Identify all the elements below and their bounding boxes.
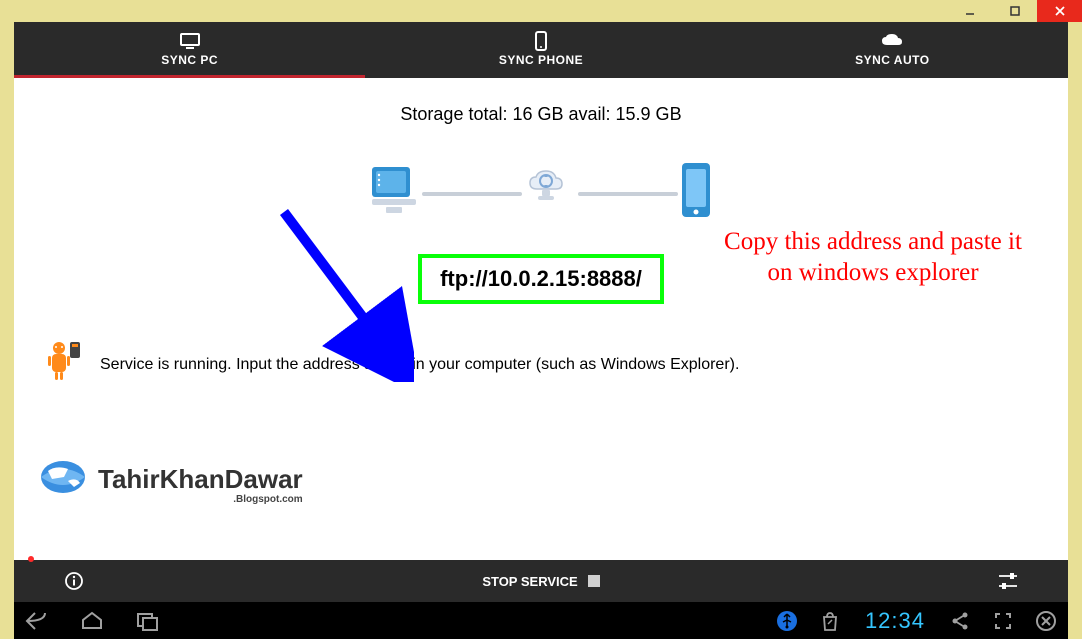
cloud-sync-icon	[522, 163, 578, 224]
home-button[interactable]	[78, 607, 106, 635]
record-indicator	[28, 556, 34, 562]
shopping-bag-icon[interactable]	[816, 607, 844, 635]
close-button[interactable]	[1037, 0, 1082, 22]
brand-subtext: .Blogspot.com	[233, 494, 302, 505]
phone-icon	[534, 31, 548, 51]
maximize-button[interactable]	[992, 0, 1037, 22]
globe-icon	[38, 455, 88, 504]
tab-sync-pc[interactable]: SYNC PC	[14, 22, 365, 78]
computer-icon	[366, 163, 422, 224]
brand-name: TahirKhanDawar .Blogspot.com	[98, 464, 303, 495]
android-usb-icon	[46, 340, 86, 389]
settings-button[interactable]	[948, 571, 1068, 591]
cloud-icon	[880, 31, 904, 51]
main-content: Storage total: 16 GB avail: 15.9 GB	[14, 78, 1068, 560]
tab-bar: SYNC PC SYNC PHONE SYNC AUTO	[14, 22, 1068, 78]
stop-service-label: STOP SERVICE	[482, 574, 577, 589]
connection-diagram	[46, 161, 1036, 226]
brand-name-text: TahirKhanDawar	[98, 464, 303, 494]
stop-service-button[interactable]: STOP SERVICE	[134, 574, 948, 589]
close-circle-icon[interactable]	[1032, 607, 1060, 635]
share-icon[interactable]	[946, 607, 974, 635]
status-row: Service is running. Input the address ab…	[46, 340, 1036, 389]
back-button[interactable]	[22, 607, 50, 635]
app-frame: SYNC PC SYNC PHONE SYNC AUTO Storage tot…	[14, 22, 1068, 602]
storage-info: Storage total: 16 GB avail: 15.9 GB	[46, 104, 1036, 125]
mobile-icon	[678, 161, 716, 226]
tab-label: SYNC PHONE	[499, 53, 583, 67]
ftp-address-box[interactable]: ftp://10.0.2.15:8888/	[418, 254, 664, 304]
annotation-text: Copy this address and paste it on window…	[718, 226, 1028, 289]
tab-sync-auto[interactable]: SYNC AUTO	[717, 22, 1068, 78]
recent-apps-button[interactable]	[134, 607, 162, 635]
tab-label: SYNC AUTO	[855, 53, 930, 67]
tab-sync-phone[interactable]: SYNC PHONE	[365, 22, 716, 78]
minimize-button[interactable]	[947, 0, 992, 22]
status-text: Service is running. Input the address ab…	[100, 356, 739, 374]
connection-line	[578, 192, 678, 196]
clock[interactable]: 12:34	[859, 608, 931, 634]
action-bar: STOP SERVICE	[14, 560, 1068, 602]
window-titlebar	[0, 0, 1082, 22]
monitor-icon	[179, 31, 201, 51]
connection-line	[422, 192, 522, 196]
stop-icon	[588, 575, 600, 587]
info-button[interactable]	[14, 571, 134, 591]
android-navbar: 12:34	[14, 602, 1068, 639]
fullscreen-icon[interactable]	[989, 607, 1017, 635]
tab-label: SYNC PC	[161, 53, 218, 67]
brand-watermark: TahirKhanDawar .Blogspot.com	[38, 455, 303, 504]
usb-indicator-icon[interactable]	[773, 607, 801, 635]
